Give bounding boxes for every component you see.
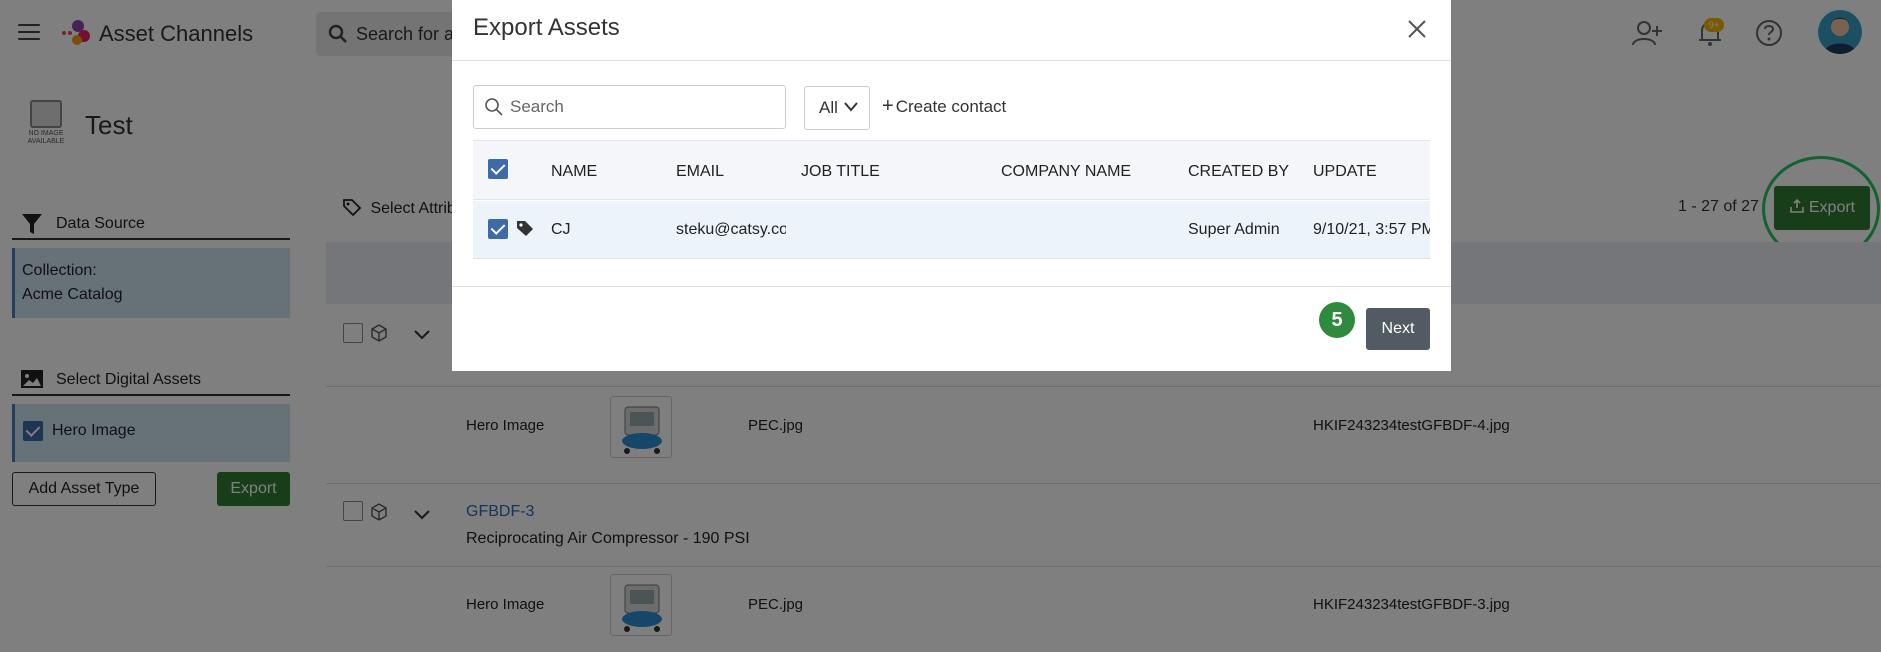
contacts-table-header: NAME EMAIL JOB TITLE COMPANY NAME CREATE… (473, 140, 1430, 200)
modal-title: Export Assets (473, 14, 620, 41)
close-icon[interactable] (1406, 18, 1428, 40)
next-button[interactable]: Next (1366, 308, 1430, 350)
col-job-title[interactable]: JOB TITLE (801, 163, 880, 181)
search-icon (485, 98, 503, 116)
col-email[interactable]: EMAIL (676, 163, 724, 181)
step-number-badge: 5 (1319, 302, 1355, 338)
contact-created-by: Super Admin (1188, 221, 1280, 238)
select-all-checkbox[interactable] (488, 159, 508, 179)
contact-updated: 9/10/21, 3:57 PM (1313, 221, 1430, 238)
contact-filter-value: All (819, 98, 838, 117)
col-company-name[interactable]: COMPANY NAME (1001, 163, 1131, 181)
contact-search-input[interactable] (510, 96, 770, 118)
chevron-down-icon (844, 102, 858, 112)
create-contact-label: Create contact (895, 97, 1007, 116)
contact-email: steku@catsy.com (676, 221, 786, 238)
contact-row[interactable]: CJ steku@catsy.com Super Admin 9/10/21, … (473, 201, 1430, 259)
plus-icon: + (882, 95, 894, 117)
contact-row-checkbox[interactable] (488, 219, 508, 239)
modal-header-divider (452, 60, 1451, 61)
export-assets-modal: Export Assets All +Create contact NAME E… (452, 0, 1451, 371)
contact-search[interactable] (473, 85, 786, 129)
modal-footer-divider (452, 286, 1451, 287)
contact-name: CJ (551, 221, 571, 238)
contact-filter-dropdown[interactable]: All (804, 86, 870, 130)
create-contact-button[interactable]: + Create contact (882, 90, 1006, 126)
tag-icon (517, 221, 533, 236)
col-update[interactable]: UPDATE (1313, 163, 1377, 181)
col-created-by[interactable]: CREATED BY (1188, 163, 1289, 181)
col-name[interactable]: NAME (551, 163, 597, 181)
